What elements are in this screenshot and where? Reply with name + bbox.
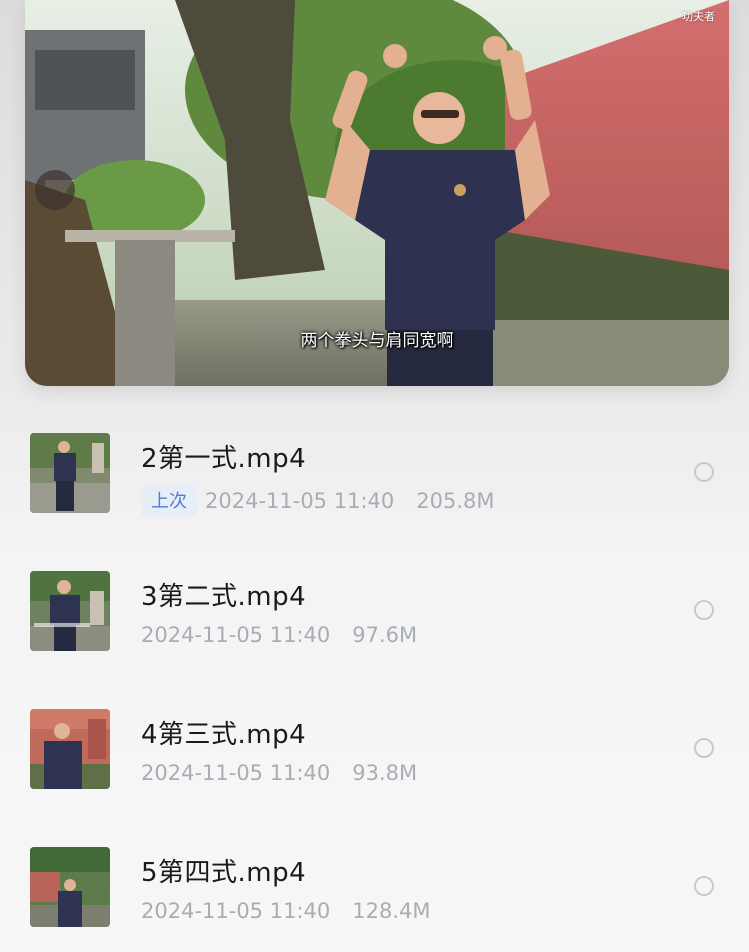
video-subtitle: 两个拳头与肩同宽啊 — [300, 331, 454, 351]
file-meta: 上次 2024-11-05 11:40 205.8M — [141, 485, 495, 516]
video-player[interactable]: 功夫者 两个拳头与肩同宽啊 — [25, 0, 729, 386]
video-file-list: 2第一式.mp4 上次 2024-11-05 11:40 205.8M 3第二式… — [0, 400, 749, 952]
video-thumbnail — [30, 709, 110, 789]
video-watermark: 功夫者 — [682, 10, 715, 23]
select-radio[interactable] — [694, 600, 714, 620]
select-radio[interactable] — [694, 738, 714, 758]
last-played-badge: 上次 — [141, 485, 197, 516]
file-date: 2024-11-05 11:40 — [205, 488, 395, 513]
file-name: 5第四式.mp4 — [141, 858, 307, 888]
list-item[interactable]: 3第二式.mp4 2024-11-05 11:40 97.6M — [0, 538, 749, 676]
list-item[interactable]: 2第一式.mp4 上次 2024-11-05 11:40 205.8M — [0, 400, 749, 538]
file-name: 3第二式.mp4 — [141, 582, 307, 612]
file-size: 128.4M — [352, 899, 431, 923]
video-thumbnail — [30, 433, 110, 513]
video-thumbnail — [30, 847, 110, 927]
file-size: 93.8M — [352, 761, 418, 785]
file-date: 2024-11-05 11:40 — [141, 899, 331, 923]
file-date: 2024-11-05 11:40 — [141, 623, 331, 647]
file-meta: 2024-11-05 11:40 128.4M — [141, 899, 431, 923]
file-meta: 2024-11-05 11:40 97.6M — [141, 623, 417, 647]
select-radio[interactable] — [694, 876, 714, 896]
video-thumbnail — [30, 571, 110, 651]
file-name: 2第一式.mp4 — [141, 444, 307, 474]
file-size: 205.8M — [416, 488, 495, 513]
file-name: 4第三式.mp4 — [141, 720, 307, 750]
select-radio[interactable] — [694, 462, 714, 482]
list-item[interactable]: 5第四式.mp4 2024-11-05 11:40 128.4M — [0, 814, 749, 952]
list-item[interactable]: 4第三式.mp4 2024-11-05 11:40 93.8M — [0, 676, 749, 814]
file-date: 2024-11-05 11:40 — [141, 761, 331, 785]
file-meta: 2024-11-05 11:40 93.8M — [141, 761, 417, 785]
file-size: 97.6M — [352, 623, 418, 647]
